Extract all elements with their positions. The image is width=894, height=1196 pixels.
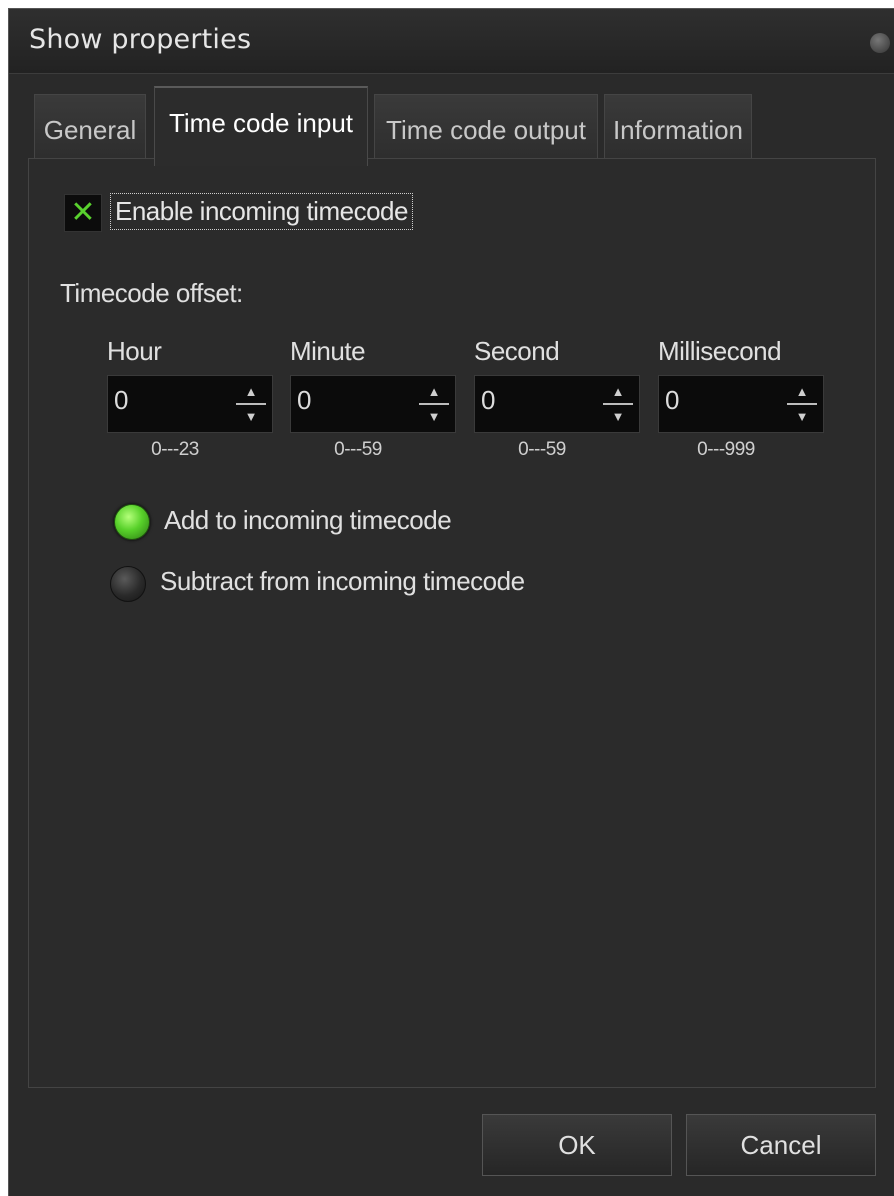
- ok-button[interactable]: OK: [482, 1114, 672, 1176]
- hour-range: 0---23: [151, 439, 199, 460]
- x-check-icon: ✕: [70, 195, 96, 230]
- tab-general[interactable]: General: [34, 94, 146, 162]
- arrow-down-icon[interactable]: ▼: [601, 405, 635, 428]
- second-label: Second: [474, 336, 560, 366]
- arrow-down-icon[interactable]: ▼: [234, 405, 268, 428]
- millisecond-spin-buttons: ▲ ▼: [785, 380, 819, 428]
- window-title: Show properties: [29, 24, 252, 55]
- subtract-radio-label[interactable]: Subtract from incoming timecode: [160, 566, 525, 597]
- window-control-icon[interactable]: [870, 33, 890, 53]
- minute-spin-buttons: ▲ ▼: [417, 380, 451, 428]
- arrow-up-icon[interactable]: ▲: [417, 380, 451, 403]
- millisecond-value[interactable]: 0: [665, 385, 679, 416]
- second-spinner[interactable]: 0 ▲ ▼: [474, 375, 640, 433]
- enable-timecode-label[interactable]: Enable incoming timecode: [110, 193, 413, 230]
- arrow-up-icon[interactable]: ▲: [601, 380, 635, 403]
- minute-range: 0---59: [334, 439, 382, 460]
- enable-timecode-checkbox[interactable]: ✕: [64, 194, 102, 232]
- hour-label: Hour: [107, 336, 162, 366]
- subtract-radio-button[interactable]: [110, 566, 146, 602]
- hour-value[interactable]: 0: [114, 385, 128, 416]
- tab-information[interactable]: Information: [604, 94, 752, 162]
- timecode-offset-label: Timecode offset:: [60, 278, 243, 308]
- tab-time-code-output[interactable]: Time code output: [374, 94, 598, 162]
- tab-time-code-input[interactable]: Time code input: [154, 86, 368, 166]
- add-radio-label[interactable]: Add to incoming timecode: [164, 505, 452, 536]
- minute-spinner[interactable]: 0 ▲ ▼: [290, 375, 456, 433]
- arrow-down-icon[interactable]: ▼: [417, 405, 451, 428]
- hour-spin-buttons: ▲ ▼: [234, 380, 268, 428]
- millisecond-range: 0---999: [697, 439, 755, 460]
- millisecond-spinner[interactable]: 0 ▲ ▼: [658, 375, 824, 433]
- title-bar[interactable]: Show properties: [9, 9, 894, 74]
- minute-value[interactable]: 0: [297, 385, 311, 416]
- millisecond-label: Millisecond: [658, 336, 782, 366]
- arrow-up-icon[interactable]: ▲: [234, 380, 268, 403]
- second-value[interactable]: 0: [481, 385, 495, 416]
- second-range: 0---59: [518, 439, 566, 460]
- minute-label: Minute: [290, 336, 366, 366]
- arrow-down-icon[interactable]: ▼: [785, 405, 819, 428]
- second-spin-buttons: ▲ ▼: [601, 380, 635, 428]
- cancel-button[interactable]: Cancel: [686, 1114, 876, 1176]
- add-radio-button[interactable]: [114, 504, 150, 540]
- arrow-up-icon[interactable]: ▲: [785, 380, 819, 403]
- hour-spinner[interactable]: 0 ▲ ▼: [107, 375, 273, 433]
